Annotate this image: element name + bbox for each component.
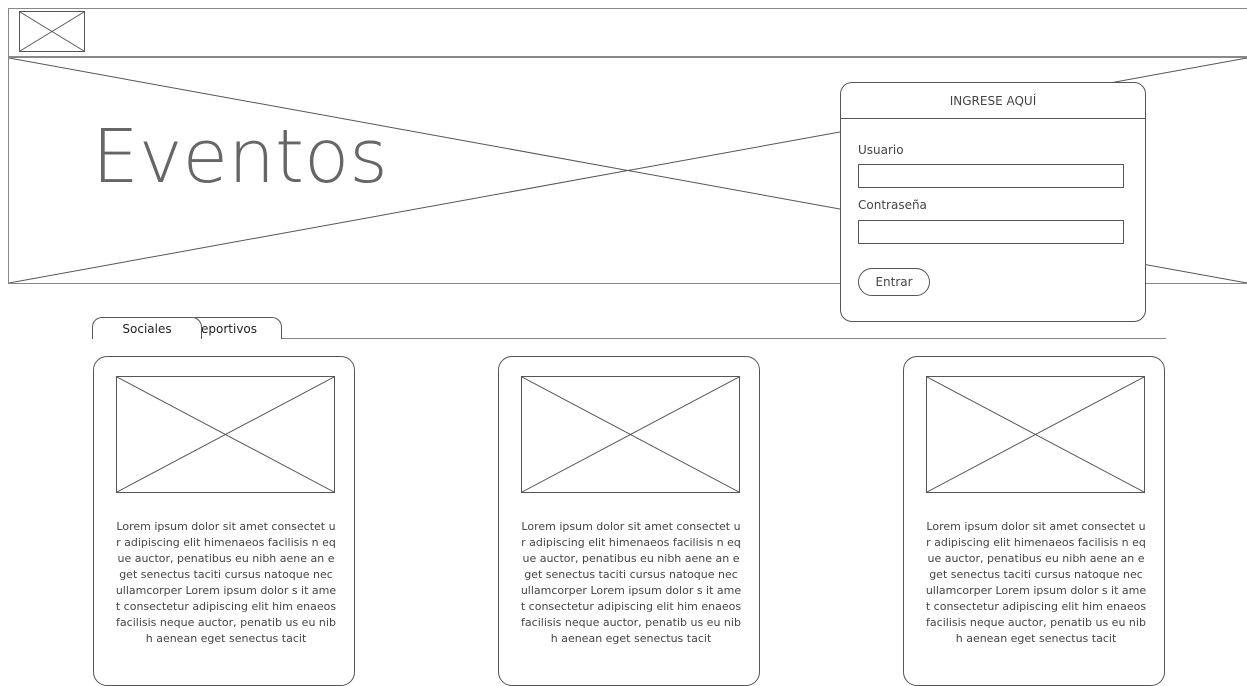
password-label: Contraseña [858, 198, 927, 212]
logo-placeholder-icon[interactable] [19, 11, 85, 52]
login-title: INGRESE AQUÍ [841, 83, 1145, 119]
card-text: Lorem ipsum dolor sit amet consectet ur … [925, 520, 1147, 645]
image-placeholder-icon [116, 376, 335, 493]
image-placeholder-icon [521, 376, 740, 493]
login-panel: INGRESE AQUÍ Usuario Contraseña Entrar [840, 82, 1146, 322]
tab-sociales[interactable]: Sociales [92, 317, 202, 339]
image-placeholder-icon [926, 376, 1145, 493]
enter-button[interactable]: Entrar [858, 268, 930, 296]
event-card[interactable]: Lorem ipsum dolor sit amet consectet ur … [93, 356, 355, 686]
password-input[interactable] [858, 220, 1124, 244]
event-card[interactable]: Lorem ipsum dolor sit amet consectet ur … [498, 356, 760, 686]
card-text: Lorem ipsum dolor sit amet consectet ur … [115, 520, 337, 645]
event-card[interactable]: Lorem ipsum dolor sit amet consectet ur … [903, 356, 1165, 686]
card-text: Lorem ipsum dolor sit amet consectet ur … [520, 520, 742, 645]
page-title: Eventos [92, 114, 388, 200]
user-label: Usuario [858, 143, 904, 157]
top-bar [8, 8, 1247, 57]
user-input[interactable] [858, 164, 1124, 188]
